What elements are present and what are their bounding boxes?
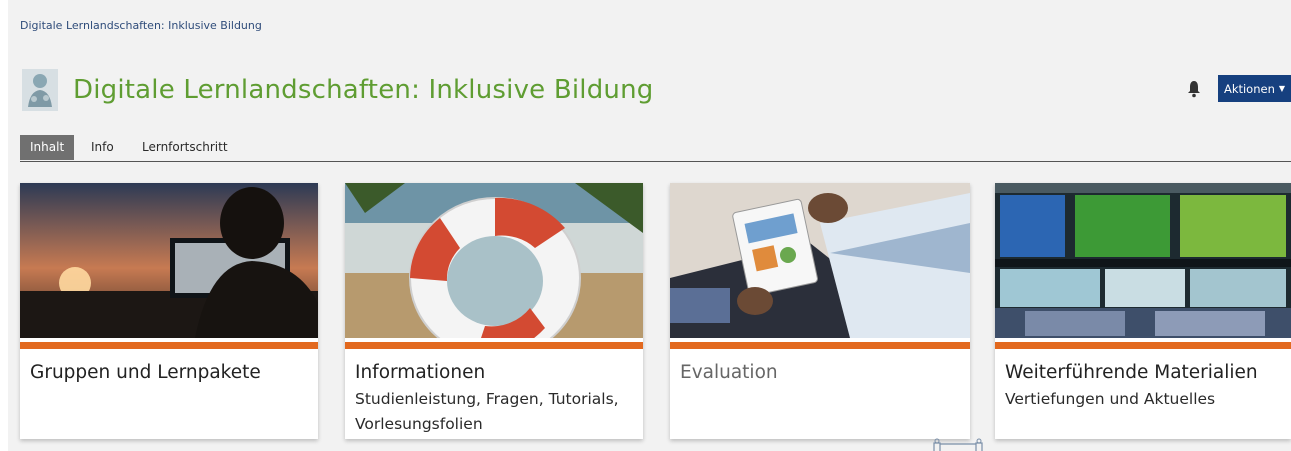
tile-stripe bbox=[995, 342, 1291, 349]
page-header: Digitale Lernlandschaften: Inklusive Bil… bbox=[22, 68, 653, 112]
actions-label: Aktionen bbox=[1223, 81, 1275, 96]
tile-title: Informationen bbox=[355, 362, 486, 383]
tile-evaluation[interactable]: Evaluation bbox=[670, 183, 970, 439]
tab-inhalt[interactable]: Inhalt bbox=[20, 135, 75, 160]
tile-image-bookshelf bbox=[995, 183, 1291, 338]
tile-subtitle: Studienleistung, Fragen, Tutorials, Vorl… bbox=[355, 390, 619, 433]
tile-title: Weiterführende Materialien bbox=[1005, 362, 1258, 383]
tile-title: Gruppen und Lernpakete bbox=[30, 362, 261, 383]
page-title: Digitale Lernlandschaften: Inklusive Bil… bbox=[73, 75, 654, 105]
tile-stripe bbox=[345, 342, 643, 349]
course-logo-icon bbox=[22, 69, 58, 111]
tile-stripe bbox=[20, 342, 318, 349]
bell-icon[interactable] bbox=[1187, 80, 1201, 98]
actions-dropdown-button[interactable]: Aktionen ▼ bbox=[1218, 75, 1291, 102]
breadcrumb[interactable]: Digitale Lernlandschaften: Inklusive Bil… bbox=[20, 19, 262, 32]
caret-down-icon: ▼ bbox=[1278, 84, 1286, 93]
tile-weiterfuehrende-materialien[interactable]: Weiterführende Materialien Vertiefungen … bbox=[995, 183, 1291, 439]
tab-lernfortschritt[interactable]: Lernfortschritt bbox=[142, 135, 228, 160]
tile-image-sunset-office bbox=[20, 183, 318, 338]
tile-title: Evaluation bbox=[680, 362, 778, 383]
tile-gruppen-und-lernpakete[interactable]: Gruppen und Lernpakete bbox=[20, 183, 318, 439]
tab-info[interactable]: Info bbox=[91, 135, 114, 160]
tab-bar: Inhalt Info Lernfortschritt bbox=[20, 135, 1291, 162]
left-edge bbox=[0, 0, 8, 451]
tile-image-lifebuoy bbox=[345, 183, 643, 359]
tile-stripe bbox=[670, 342, 970, 349]
tile-subtitle: Vertiefungen und Aktuelles bbox=[1005, 390, 1216, 408]
drag-handle-icon bbox=[933, 438, 983, 451]
tile-image-tablet-charts bbox=[670, 183, 970, 338]
tile-informationen[interactable]: Informationen Studienleistung, Fragen, T… bbox=[345, 183, 643, 439]
